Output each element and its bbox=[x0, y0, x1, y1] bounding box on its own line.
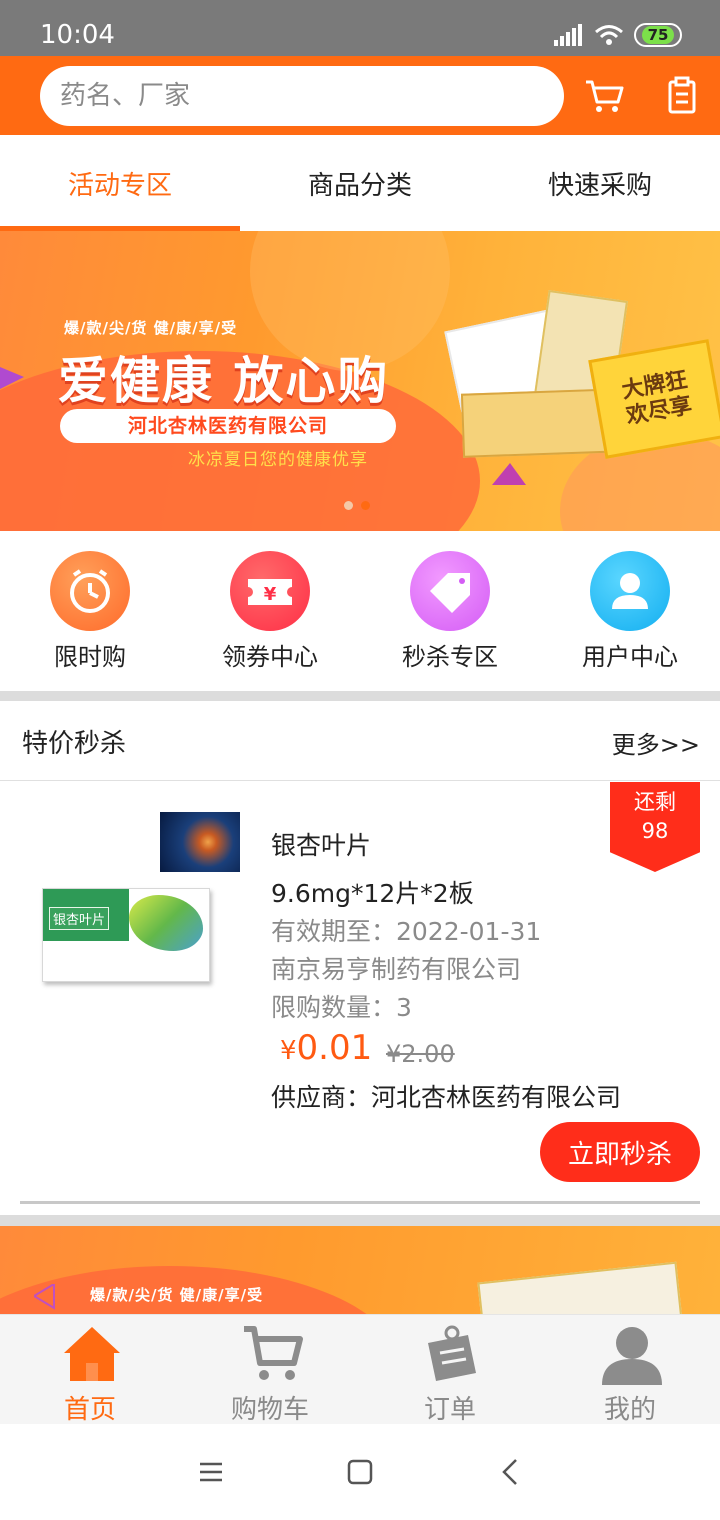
product-separator bbox=[20, 1201, 700, 1204]
tab-activity-zone[interactable]: 活动专区 bbox=[0, 135, 240, 231]
search-input[interactable] bbox=[60, 66, 540, 126]
order-icon bbox=[428, 1325, 476, 1381]
quick-nav-label: 秒杀专区 bbox=[402, 643, 498, 671]
banner-dot[interactable] bbox=[344, 501, 353, 510]
product-spec: 9.6mg*12片*2板 bbox=[271, 879, 474, 908]
wifi-icon bbox=[595, 25, 623, 45]
flash-sale-header: 特价秒杀 更多>> bbox=[0, 701, 720, 781]
quick-nav-label: 限时购 bbox=[54, 643, 126, 671]
flash-sale-tag-icon bbox=[410, 551, 490, 631]
nav-profile[interactable]: 我的 bbox=[540, 1315, 720, 1425]
banner-headline: 爱健康 放心购 bbox=[58, 352, 390, 410]
nav-label: 我的 bbox=[603, 1395, 656, 1425]
tab-quick-purchase[interactable]: 快速采购 bbox=[480, 135, 720, 231]
ginkgo-leaf-icon bbox=[129, 895, 203, 951]
quick-nav-coupon-center[interactable]: ¥ 领券中心 bbox=[180, 531, 360, 691]
quick-nav-limited-time[interactable]: 限时购 bbox=[0, 531, 180, 691]
product-expiry: 有效期至：2022-01-31 bbox=[271, 917, 542, 946]
product-supplier: 供应商：河北杏林医药有限公司 bbox=[271, 1083, 622, 1112]
banner-triangle-icon bbox=[0, 367, 24, 389]
price-value: 0.01 bbox=[296, 1028, 373, 1068]
quick-nav-user-center[interactable]: 用户中心 bbox=[540, 531, 720, 691]
section-divider bbox=[0, 1215, 720, 1226]
status-icons: 75 bbox=[554, 20, 682, 50]
user-icon bbox=[590, 551, 670, 631]
stock-count: 98 bbox=[641, 819, 669, 843]
product-thumbnail[interactable] bbox=[160, 812, 240, 872]
cart-icon bbox=[244, 1326, 303, 1380]
stock-label: 还剩 bbox=[634, 790, 676, 814]
signal-icon bbox=[554, 24, 582, 46]
product-price: ¥0.01 bbox=[280, 1028, 372, 1068]
system-nav-bar bbox=[0, 1424, 720, 1520]
status-bar: 10:04 75 bbox=[0, 0, 720, 56]
product-manufacturer: 南京易亨制药有限公司 bbox=[271, 955, 522, 984]
price-currency: ¥ bbox=[280, 1036, 297, 1066]
status-time: 10:04 bbox=[40, 20, 115, 50]
banner-triangle-icon bbox=[34, 1284, 55, 1310]
promo-banner-2[interactable]: 爆/款/尖/货 健/康/享/受 bbox=[0, 1226, 720, 1314]
medicine-box-illustration bbox=[477, 1261, 683, 1314]
banner-subline: 冰凉夏日您的健康优享 bbox=[188, 450, 368, 470]
banner-promo-sign: 大牌狂 欢尽享 bbox=[588, 339, 720, 459]
quick-nav-label: 用户中心 bbox=[582, 643, 678, 671]
banner2-tagline: 爆/款/尖/货 健/康/享/受 bbox=[90, 1286, 264, 1304]
battery-icon: 75 bbox=[634, 23, 682, 47]
promo-banner[interactable]: 大牌狂 欢尽享 爆/款/尖/货 健/康/享/受 爱健康 放心购 河北杏林医药有限… bbox=[0, 231, 720, 531]
clipboard-icon[interactable] bbox=[660, 74, 704, 118]
bottom-nav: 首页 购物车 订单 我的 bbox=[0, 1314, 720, 1425]
nav-cart[interactable]: 购物车 bbox=[180, 1315, 360, 1425]
search-header bbox=[0, 56, 720, 135]
banner-dot-active[interactable] bbox=[361, 501, 370, 510]
home-square-icon[interactable] bbox=[340, 1454, 380, 1490]
stock-badge: 还剩 98 bbox=[610, 782, 700, 872]
quick-nav-label: 领券中心 bbox=[222, 643, 318, 671]
pack-name: 银杏叶片 bbox=[49, 907, 110, 930]
product-name[interactable]: 银杏叶片 bbox=[271, 826, 371, 862]
section-title: 特价秒杀 bbox=[22, 729, 127, 759]
product-limit: 限购数量：3 bbox=[271, 993, 412, 1022]
nav-orders[interactable]: 订单 bbox=[360, 1315, 540, 1425]
svg-text:¥: ¥ bbox=[264, 584, 277, 605]
quick-nav-flash-sale[interactable]: 秒杀专区 bbox=[360, 531, 540, 691]
banner-triangle-icon bbox=[492, 463, 526, 485]
more-link[interactable]: 更多>> bbox=[612, 725, 700, 760]
banner-tagline: 爆/款/尖/货 健/康/享/受 bbox=[64, 319, 238, 337]
home-icon bbox=[64, 1327, 120, 1381]
product-original-price: ¥2.00 bbox=[386, 1040, 455, 1068]
tab-product-category[interactable]: 商品分类 bbox=[240, 135, 480, 231]
quick-nav: 限时购 ¥ 领券中心 秒杀专区 用户中心 bbox=[0, 531, 720, 691]
nav-home[interactable]: 首页 bbox=[0, 1315, 180, 1425]
flash-buy-button[interactable]: 立即秒杀 bbox=[540, 1122, 700, 1182]
nav-label: 购物车 bbox=[230, 1395, 309, 1425]
nav-label: 订单 bbox=[423, 1395, 476, 1425]
menu-icon[interactable] bbox=[190, 1454, 230, 1490]
profile-icon bbox=[602, 1327, 662, 1385]
back-chevron-icon[interactable] bbox=[492, 1454, 532, 1490]
coupon-icon: ¥ bbox=[230, 551, 310, 631]
cart-icon[interactable] bbox=[582, 74, 626, 118]
section-divider bbox=[0, 691, 720, 701]
product-card[interactable]: 银杏叶片 银杏叶片 9.6mg*12片*2板 有效期至：2022-01-31 南… bbox=[0, 782, 720, 1212]
search-box[interactable] bbox=[40, 66, 564, 126]
battery-level: 75 bbox=[641, 26, 675, 44]
tab-bar: 活动专区 商品分类 快速采购 bbox=[0, 135, 720, 231]
nav-label: 首页 bbox=[63, 1395, 116, 1425]
product-image[interactable]: 银杏叶片 bbox=[42, 888, 210, 982]
banner-company: 河北杏林医药有限公司 bbox=[60, 409, 396, 443]
alarm-clock-icon bbox=[50, 551, 130, 631]
banner-pagination[interactable] bbox=[344, 501, 370, 510]
